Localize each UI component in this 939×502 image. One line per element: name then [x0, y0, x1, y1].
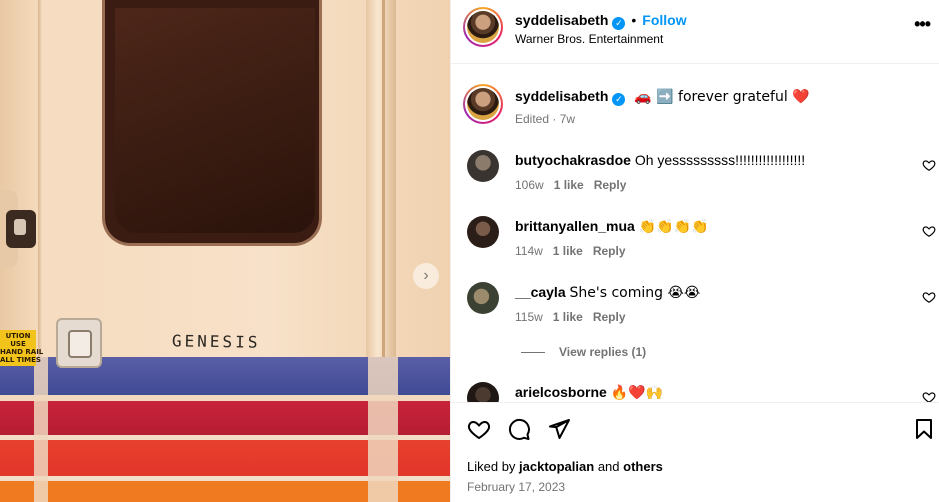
comment-item: __cayla She's coming 😭😭 115w 1 like Reply [451, 282, 939, 332]
post-media[interactable]: UTION USE HAND RAIL ALL TIMES GENESIS › [0, 0, 450, 502]
heart-icon[interactable] [922, 390, 936, 402]
next-media-button[interactable]: › [413, 263, 439, 289]
comment-username[interactable]: __cayla [515, 284, 566, 300]
comment-text: 👏👏👏👏 [638, 219, 709, 235]
post-date[interactable]: February 17, 2023 [467, 480, 565, 494]
avatar[interactable] [467, 382, 499, 402]
door-handle [56, 318, 102, 368]
liked-by-user[interactable]: jacktopalian [519, 459, 594, 474]
view-replies-button[interactable]: View replies (1) [521, 345, 646, 359]
caption-text: 🚗 ➡️ forever grateful ❤️ [634, 89, 810, 105]
comment-username[interactable]: brittanyallen_mua [515, 218, 635, 234]
more-options-button[interactable]: ••• [914, 14, 931, 35]
heart-icon[interactable] [922, 224, 936, 238]
avatar[interactable] [463, 84, 503, 124]
post-actions: Liked by jacktopalian and others Februar… [451, 402, 939, 502]
comment-item: brittanyallen_mua 👏👏👏👏 114w 1 like Reply [451, 216, 939, 266]
share-send-icon[interactable] [547, 417, 571, 441]
comment-likes[interactable]: 1 like [554, 178, 584, 192]
heart-icon[interactable] [922, 290, 936, 304]
comment-age: 114w [515, 244, 543, 258]
caption-username[interactable]: syddelisabeth [515, 88, 608, 104]
comment-likes[interactable]: 1 like [553, 244, 583, 258]
comment-item: arielcosborne 🔥❤️🙌 [451, 382, 939, 402]
caption-meta: Edited · 7w [515, 112, 576, 126]
verified-badge-icon: ✓ [612, 17, 626, 30]
comment-bubble-icon[interactable] [507, 417, 531, 441]
like-heart-icon[interactable] [467, 417, 491, 441]
comment-text: She's coming 😭😭 [569, 285, 701, 301]
comment-text: 🔥❤️🙌 [610, 385, 664, 401]
heart-icon[interactable] [922, 158, 936, 172]
chevron-right-icon: › [423, 267, 429, 284]
door-latch [0, 190, 40, 270]
post-panel: syddelisabeth ✓ • Follow Warner Bros. Enter… [450, 0, 939, 502]
bookmark-icon[interactable] [912, 417, 936, 441]
liked-by-others[interactable]: others [623, 459, 663, 474]
comment-likes[interactable]: 1 like [553, 310, 583, 324]
comment-age: 106w [515, 178, 544, 192]
comment-text: Oh yesssssssss!!!!!!!!!!!!!!!!!! [634, 152, 806, 168]
door-label: GENESIS [171, 331, 261, 352]
post-caption: syddelisabeth ✓ 🚗 ➡️ forever grateful ❤️ … [451, 84, 939, 134]
author-username[interactable]: syddelisabeth [515, 12, 608, 28]
separator: • [631, 12, 637, 28]
post-header: syddelisabeth ✓ • Follow Warner Bros. Enter… [451, 0, 939, 64]
caution-sticker: UTION USE HAND RAIL ALL TIMES [0, 330, 44, 366]
comment-age: 115w [515, 310, 543, 324]
avatar[interactable] [463, 7, 503, 47]
comment-username[interactable]: butyochakrasdoe [515, 152, 631, 168]
avatar[interactable] [467, 216, 499, 248]
reply-button[interactable]: Reply [593, 244, 626, 258]
post-location[interactable]: Warner Bros. Entertainment [515, 32, 663, 46]
verified-badge-icon: ✓ [612, 93, 626, 106]
follow-button[interactable]: Follow [642, 12, 686, 28]
reply-button[interactable]: Reply [593, 310, 626, 324]
comment-username[interactable]: arielcosborne [515, 384, 607, 400]
door-window [102, 0, 322, 246]
comment-item: butyochakrasdoe Oh yesssssssss!!!!!!!!!!… [451, 150, 939, 200]
reply-button[interactable]: Reply [594, 178, 627, 192]
liked-by: Liked by jacktopalian and others [467, 459, 663, 474]
avatar[interactable] [467, 282, 499, 314]
avatar[interactable] [467, 150, 499, 182]
